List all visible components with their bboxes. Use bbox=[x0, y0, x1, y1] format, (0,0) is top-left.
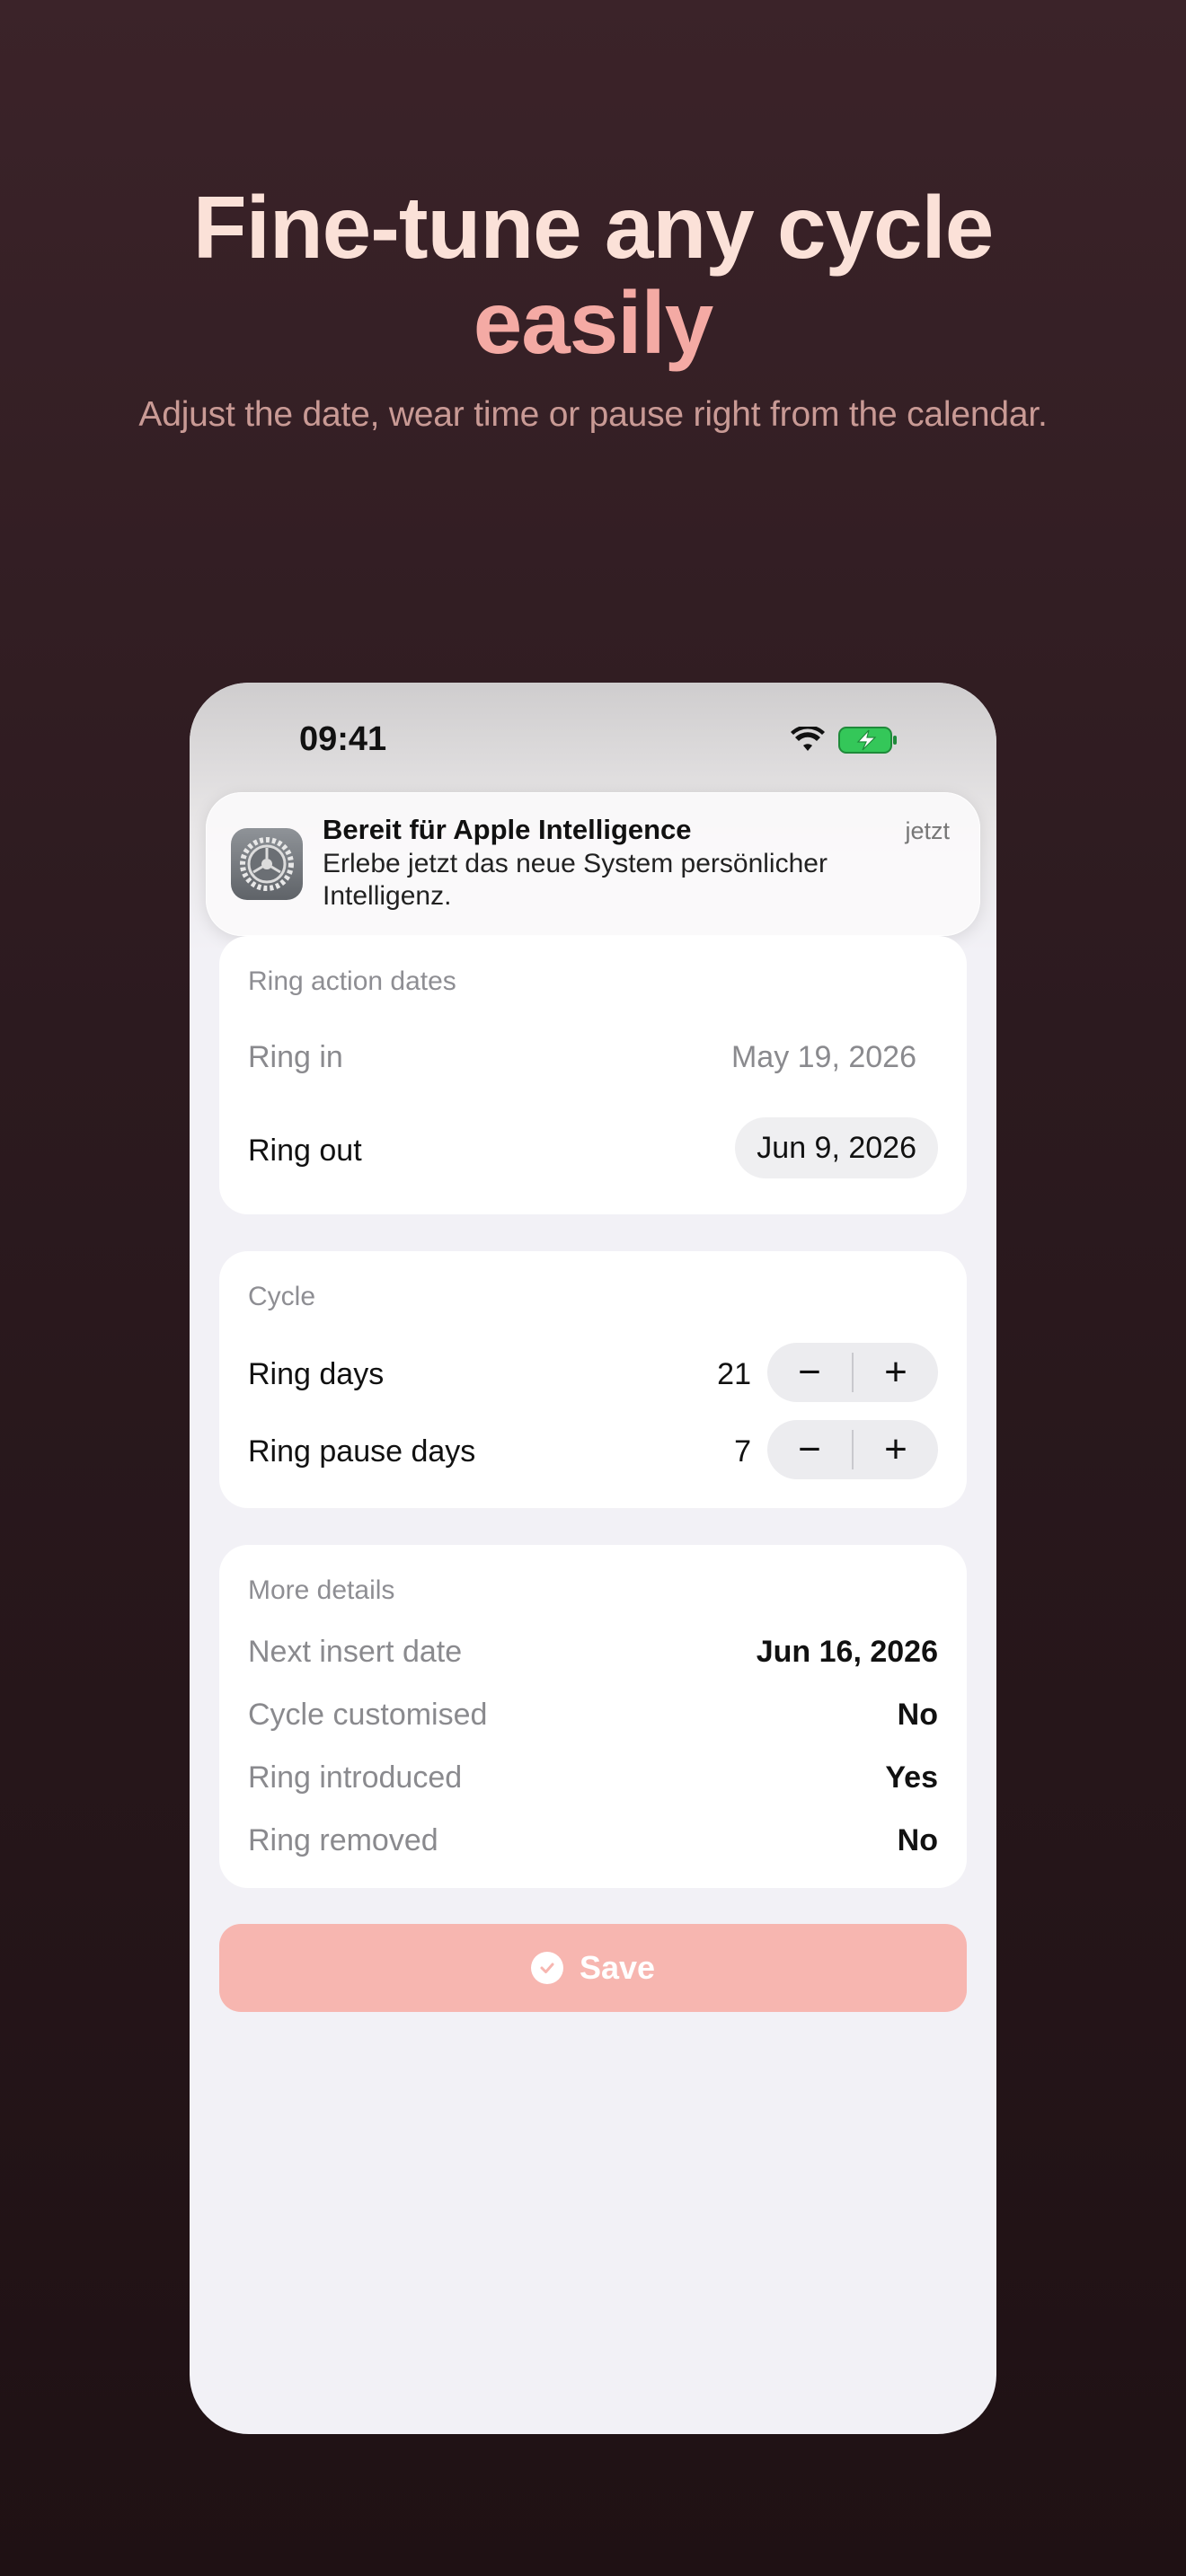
ring-days-label: Ring days bbox=[248, 1357, 385, 1391]
detail-label: Next insert date bbox=[248, 1635, 463, 1669]
detail-value: No bbox=[897, 1698, 938, 1732]
hero: Fine-tune any cycle easily Adjust the da… bbox=[0, 180, 1186, 435]
plus-icon: + bbox=[884, 1350, 907, 1394]
phone-screen: 09:41 Bereit für Apple Intelligence Erle… bbox=[190, 683, 996, 2434]
detail-value: Jun 16, 2026 bbox=[756, 1635, 938, 1669]
status-icons bbox=[790, 726, 898, 754]
cycle-card: Cycle Ring days 21 − + Ring pause days 7… bbox=[219, 1251, 967, 1508]
ring-out-value: Jun 9, 2026 bbox=[757, 1130, 916, 1165]
wifi-icon bbox=[791, 727, 825, 751]
minus-icon: − bbox=[798, 1427, 821, 1471]
ring-pause-days-decrement-button[interactable]: − bbox=[767, 1420, 852, 1479]
ring-pause-days-value: 7 bbox=[734, 1434, 751, 1469]
ring-days-decrement-button[interactable]: − bbox=[767, 1343, 852, 1402]
notification-body: Erlebe jetzt das neue System persönliche… bbox=[323, 849, 828, 911]
hero-title-main: Fine-tune any cycle bbox=[192, 178, 995, 277]
settings-gear-icon bbox=[231, 828, 303, 900]
ring-days-increment-button[interactable]: + bbox=[854, 1343, 938, 1402]
hero-title: Fine-tune any cycle easily bbox=[0, 180, 1186, 370]
ring-pause-days-label: Ring pause days bbox=[248, 1434, 476, 1469]
ring-days-stepper: − + bbox=[767, 1343, 938, 1402]
save-button[interactable]: Save bbox=[219, 1924, 967, 2012]
detail-label: Cycle customised bbox=[248, 1698, 488, 1732]
notification-banner[interactable]: Bereit für Apple Intelligence Erlebe jet… bbox=[206, 792, 980, 936]
ring-in-value[interactable]: May 19, 2026 bbox=[731, 1040, 916, 1075]
detail-value: No bbox=[897, 1823, 938, 1857]
notification-time: jetzt bbox=[905, 817, 950, 844]
ring-in-label: Ring in bbox=[248, 1040, 343, 1074]
hero-subtitle: Adjust the date, wear time or pause righ… bbox=[138, 395, 1048, 434]
ring-out-label: Ring out bbox=[248, 1134, 362, 1168]
status-time: 09:41 bbox=[299, 720, 387, 758]
save-button-label: Save bbox=[579, 1949, 656, 1986]
more-details-card: More details Next insert date Jun 16, 20… bbox=[219, 1545, 967, 1888]
checkmark-circle-icon bbox=[530, 1952, 563, 1984]
ring-days-value: 21 bbox=[717, 1357, 751, 1391]
hero-title-accent: easily bbox=[473, 273, 713, 372]
card-header: More details bbox=[248, 1575, 395, 1605]
card-header: Cycle bbox=[248, 1282, 316, 1311]
minus-icon: − bbox=[798, 1350, 821, 1394]
ring-out-date-picker[interactable]: Jun 9, 2026 bbox=[735, 1117, 938, 1178]
detail-label: Ring removed bbox=[248, 1823, 438, 1857]
detail-value: Yes bbox=[885, 1760, 938, 1795]
battery-charging-icon bbox=[838, 727, 897, 754]
ring-pause-days-stepper: − + bbox=[767, 1420, 938, 1479]
ring-action-dates-card: Ring action dates Ring in May 19, 2026 R… bbox=[219, 936, 967, 1214]
plus-icon: + bbox=[884, 1427, 907, 1471]
detail-label: Ring introduced bbox=[248, 1760, 463, 1795]
card-header: Ring action dates bbox=[248, 966, 456, 996]
ring-pause-days-increment-button[interactable]: + bbox=[854, 1420, 938, 1479]
notification-title: Bereit für Apple Intelligence bbox=[323, 814, 692, 845]
